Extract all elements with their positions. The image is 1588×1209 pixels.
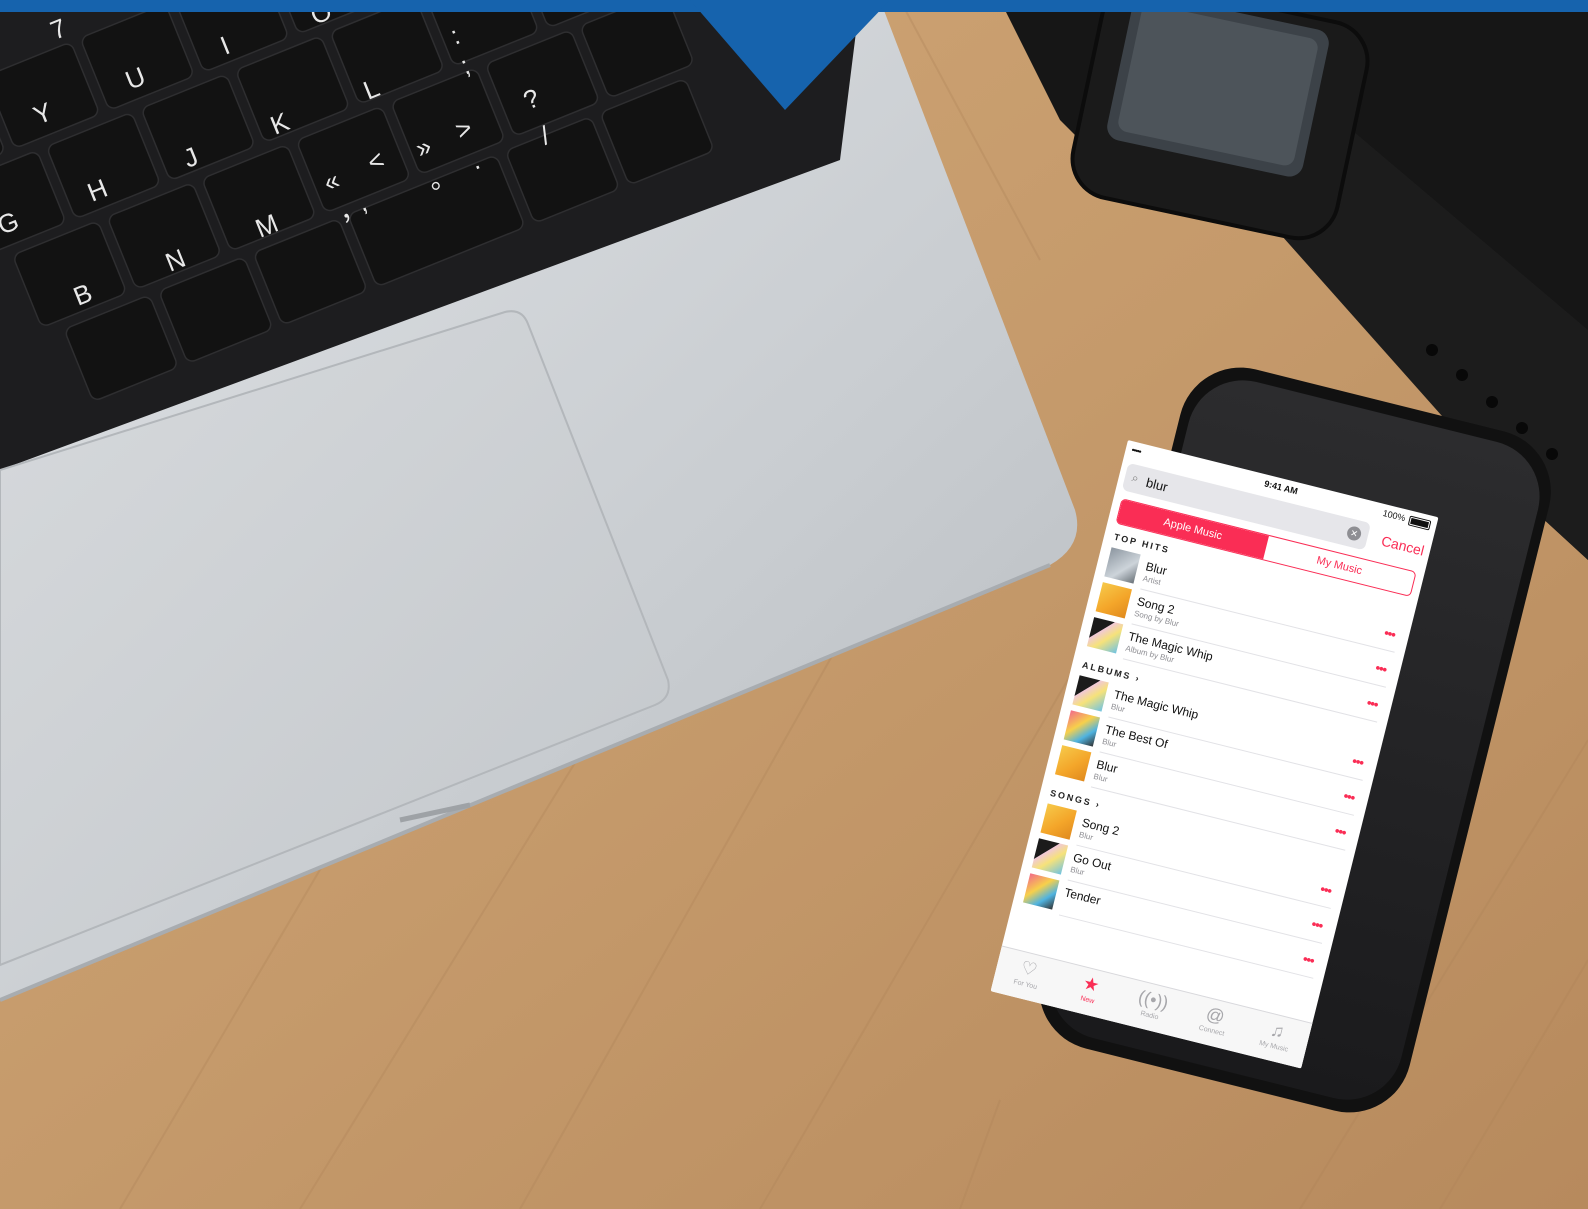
more-options-icon[interactable]: ••• [1351,753,1365,770]
album-art [1086,617,1124,654]
album-art [1104,547,1141,584]
more-options-icon[interactable]: ••• [1310,916,1324,933]
clear-search-icon[interactable]: ✕ [1345,524,1363,542]
more-options-icon[interactable]: ••• [1365,695,1379,712]
album-art [1054,745,1092,782]
search-query: blur [1144,474,1170,495]
result-title: Tender [1063,885,1103,908]
album-art [1031,838,1069,875]
album-art [1040,803,1077,840]
album-art [1072,675,1109,712]
album-art [1063,710,1101,747]
album-art [1023,873,1060,910]
more-options-icon[interactable]: ••• [1319,881,1333,898]
more-options-icon[interactable]: ••• [1374,660,1388,677]
battery-icon [1407,515,1432,531]
battery-percent: 100% [1381,507,1407,524]
search-icon: ⌕ [1130,470,1141,486]
cancel-button[interactable]: Cancel [1380,533,1426,559]
more-options-icon[interactable]: ••• [1342,788,1356,805]
album-art [1095,582,1132,619]
more-options-icon[interactable]: ••• [1383,625,1397,642]
more-options-icon[interactable]: ••• [1333,823,1347,840]
more-options-icon[interactable]: ••• [1301,951,1315,968]
